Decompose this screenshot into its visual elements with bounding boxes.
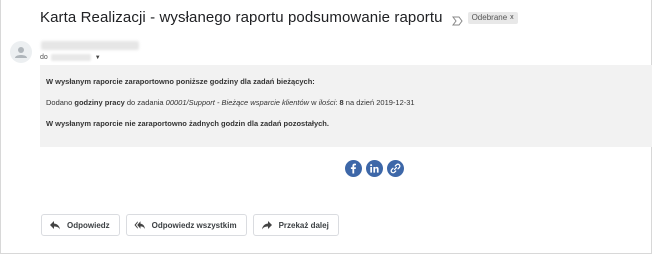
to-label: do xyxy=(40,54,48,61)
email-subject: Karta Realizacji - wysłanego raportu pod… xyxy=(40,9,443,26)
reply-all-label: Odpowiedz wszystkim xyxy=(151,220,237,230)
body-line-current-tasks: W wysłanym raporcie zaraportowno poniższ… xyxy=(46,77,315,86)
email-body: W wysłanym raporcie zaraportowno poniższ… xyxy=(40,65,652,147)
reply-button[interactable]: Odpowiedz xyxy=(41,214,120,236)
line2-qty-label: ilości xyxy=(318,98,336,107)
share-buttons xyxy=(345,160,404,177)
important-marker-icon[interactable] xyxy=(451,13,463,25)
forward-icon xyxy=(261,220,273,230)
line2-prefix: Dodano xyxy=(46,98,75,107)
reply-all-icon xyxy=(134,220,146,230)
remove-label-button[interactable]: x xyxy=(510,14,514,21)
forward-button[interactable]: Przekaż dalej xyxy=(252,214,339,236)
inbox-label-badge: Odebrane x xyxy=(467,11,518,24)
forward-label: Przekaż dalej xyxy=(278,220,329,230)
reply-actions: Odpowiedz Odpowiedz wszystkim Przekaż da… xyxy=(41,214,339,236)
inbox-label-text: Odebrane xyxy=(471,12,508,22)
line2-w: w xyxy=(309,98,319,107)
line2-mid: do zadania xyxy=(124,98,166,107)
person-icon xyxy=(15,47,27,58)
line2-suffix: na dzień 2019-12-31 xyxy=(343,98,415,107)
body-line-hours-added: Dodano godziny pracy do zadania 00001/Su… xyxy=(46,98,415,107)
link-icon xyxy=(390,163,401,174)
reply-icon xyxy=(49,220,61,230)
body-line-other-tasks: W wysłanym raporcie nie zaraportowno żad… xyxy=(46,119,329,128)
recipient-details-toggle[interactable]: ▼ xyxy=(95,55,101,61)
linkedin-icon xyxy=(370,164,379,173)
reply-label: Odpowiedz xyxy=(67,220,110,230)
linkedin-share-button[interactable] xyxy=(366,160,383,177)
sender-address-redacted xyxy=(41,41,139,50)
recipient-redacted xyxy=(50,54,91,61)
reply-all-button[interactable]: Odpowiedz wszystkim xyxy=(125,214,247,236)
line2-work-hours: godziny pracy xyxy=(74,98,125,107)
avatar xyxy=(10,41,32,63)
facebook-share-button[interactable] xyxy=(345,160,362,177)
recipient-row: do ▼ xyxy=(40,54,101,61)
copy-link-button[interactable] xyxy=(387,160,404,177)
email-subject-row: Karta Realizacji - wysłanego raportu pod… xyxy=(40,9,518,26)
line2-task: 00001/Support - Bieżące wsparcie klientó… xyxy=(165,98,310,107)
facebook-icon xyxy=(350,163,356,174)
